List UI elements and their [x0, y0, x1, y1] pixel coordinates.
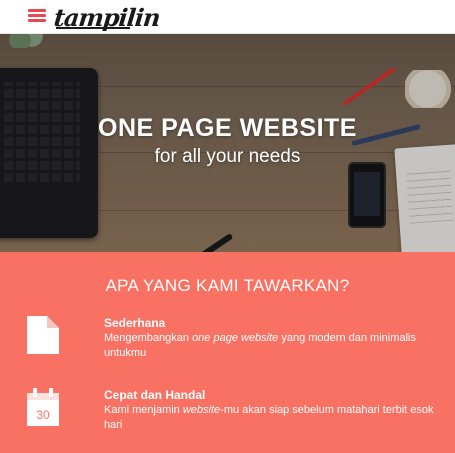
feature-description: Kami menjamin website-mu akan siap sebel… [104, 403, 434, 433]
document-icon [27, 316, 59, 354]
menu-bar-line [28, 19, 46, 22]
feature-heading: Sederhana [104, 316, 166, 330]
calendar-icon: 30 [27, 388, 59, 426]
top-nav-bar: tampilin [0, 0, 455, 34]
hero-banner: ONE PAGE WEBSITE for all your needs [0, 34, 455, 252]
hero-overlay [0, 34, 455, 252]
logo-underline [56, 27, 130, 29]
feature-text: Mengembangkan [104, 332, 193, 344]
hamburger-menu-icon[interactable] [28, 9, 46, 23]
hero-subtitle: for all your needs [154, 146, 301, 167]
offers-section: APA YANG KAMI TAWARKAN? Sederhana Mengem… [0, 252, 455, 453]
section-title: APA YANG KAMI TAWARKAN? [105, 276, 350, 295]
feature-text: Kami menjamin [104, 404, 183, 416]
menu-bar-line [28, 14, 46, 17]
menu-bar-line [28, 9, 46, 12]
feature-description: Mengembangkan one page website yang mode… [104, 331, 434, 361]
feature-text-emphasis: one page website [192, 332, 279, 344]
feature-heading: Cepat dan Handal [104, 388, 206, 402]
hero-title: ONE PAGE WEBSITE [98, 114, 357, 142]
feature-text-emphasis: website [182, 404, 221, 416]
calendar-day-label: 30 [36, 408, 50, 422]
